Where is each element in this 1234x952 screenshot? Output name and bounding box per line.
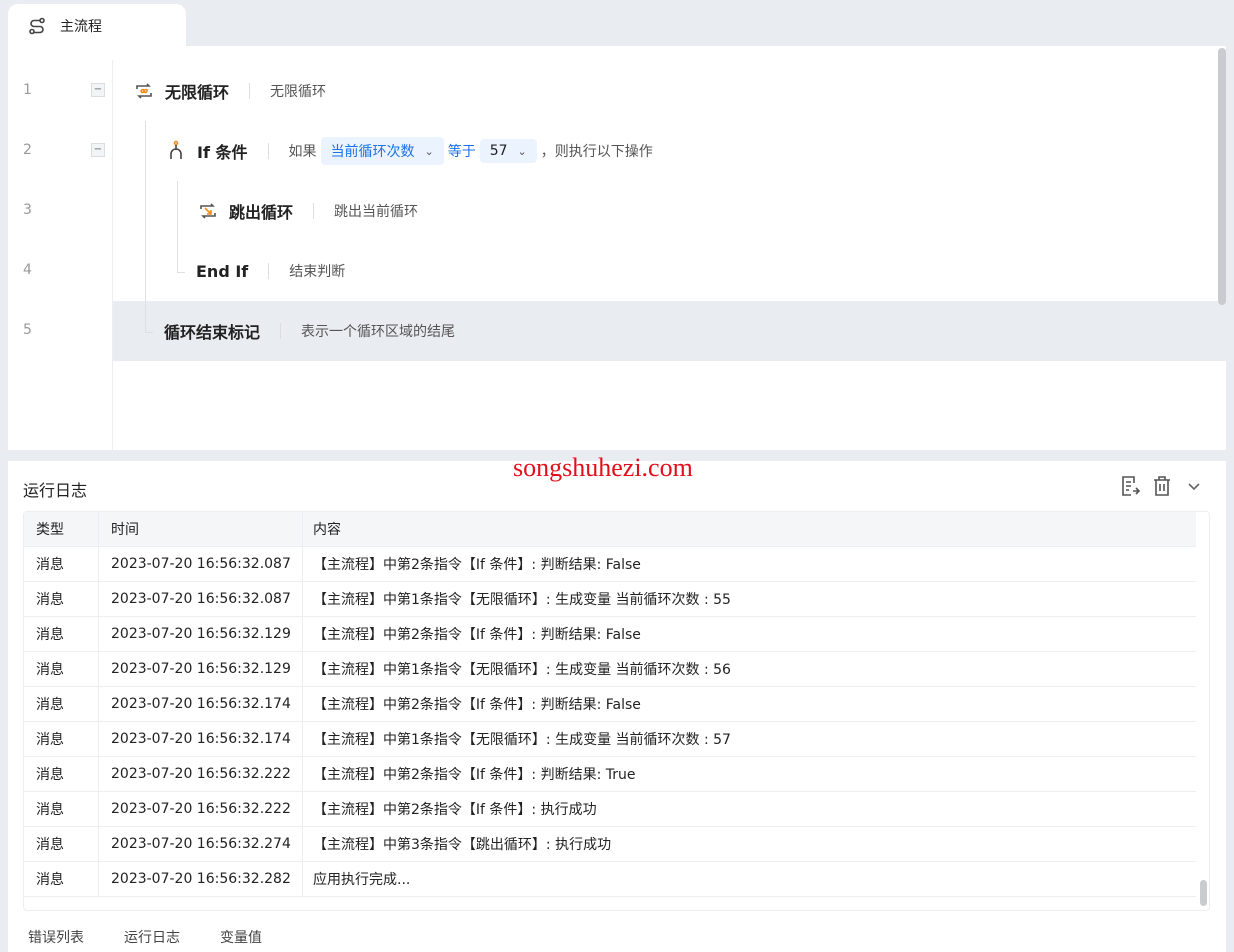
- table-row[interactable]: 消息 2023-07-20 16:56:32.129 【主流程】中第1条指令【无限循…: [24, 652, 1196, 687]
- table-row[interactable]: 消息 2023-07-20 16:56:32.174 【主流程】中第2条指令【If …: [24, 687, 1196, 722]
- log-title: 运行日志: [23, 481, 88, 500]
- trash-icon[interactable]: [1152, 475, 1172, 497]
- cell-time: 2023-07-20 16:56:32.087: [111, 556, 291, 572]
- operator-link[interactable]: 等于: [448, 141, 476, 161]
- table-row[interactable]: 消息 2023-07-20 16:56:32.282 应用执行完成...: [24, 862, 1196, 897]
- flow-row-infinite-loop[interactable]: 无限循环 无限循环: [113, 61, 1226, 121]
- command-desc: 结束判断: [289, 264, 346, 280]
- chevron-down-icon[interactable]: [1184, 476, 1204, 496]
- cell-type: 消息: [36, 662, 64, 678]
- table-row[interactable]: 消息 2023-07-20 16:56:32.274 【主流程】中第3条指令【跳出循…: [24, 827, 1196, 862]
- export-log-icon[interactable]: [1120, 475, 1140, 497]
- tab-main-flow[interactable]: 主流程: [8, 4, 186, 48]
- cell-time: 2023-07-20 16:56:32.222: [111, 766, 291, 782]
- command-name: 无限循环: [165, 83, 230, 102]
- command-name: 跳出循环: [229, 203, 294, 222]
- cell-time: 2023-07-20 16:56:32.087: [111, 591, 291, 607]
- table-row[interactable]: 消息 2023-07-20 16:56:32.087 【主流程】中第1条指令【无限循…: [24, 582, 1196, 617]
- flow-row-loop-end[interactable]: 循环结束标记 表示一个循环区域的结尾: [113, 301, 1226, 361]
- flow-editor: 1 − 2 − 3 4 5 无限循环 无限循环 If 条件 如果 当前循环次数 ⌄…: [8, 46, 1226, 450]
- tab-error-list[interactable]: 错误列表: [28, 927, 84, 947]
- table-row[interactable]: 消息 2023-07-20 16:56:32.174 【主流程】中第1条指令【无限循…: [24, 722, 1196, 757]
- run-log-panel: songshuhezi.com 运行日志 类型 时间 内容 消息 2023-07-…: [8, 453, 1226, 952]
- log-table: 类型 时间 内容 消息 2023-07-20 16:56:32.087 【主流程】中…: [23, 511, 1210, 911]
- cell-content: 【主流程】中第1条指令【无限循环】: 生成变量 当前循环次数 : 56: [313, 662, 731, 678]
- cell-type: 消息: [36, 767, 64, 783]
- cell-content: 应用执行完成...: [313, 872, 411, 888]
- tab-run-log[interactable]: 运行日志: [124, 927, 180, 947]
- cell-content: 【主流程】中第2条指令【If 条件】: 判断结果: True: [313, 767, 636, 783]
- variable-select[interactable]: 当前循环次数 ⌄: [320, 137, 444, 165]
- cell-content: 【主流程】中第3条指令【跳出循环】: 执行成功: [313, 837, 612, 853]
- flow-row-break[interactable]: 跳出循环 跳出当前循环: [113, 181, 1226, 241]
- table-row[interactable]: 消息 2023-07-20 16:56:32.222 【主流程】中第2条指令【If …: [24, 792, 1196, 827]
- line-number: 1: [23, 82, 32, 98]
- chevron-down-icon: ⌄: [517, 144, 527, 158]
- cell-time: 2023-07-20 16:56:32.282: [111, 871, 291, 887]
- cell-content: 【主流程】中第2条指令【If 条件】: 判断结果: False: [313, 627, 641, 643]
- command-desc: 表示一个循环区域的结尾: [301, 324, 456, 340]
- cell-time: 2023-07-20 16:56:32.222: [111, 801, 291, 817]
- flow-row-if[interactable]: If 条件 如果 当前循环次数 ⌄ 等于 57 ⌄ ，则执行以下操作: [113, 121, 1226, 181]
- line-number: 4: [23, 262, 32, 278]
- cell-type: 消息: [36, 872, 64, 888]
- cell-type: 消息: [36, 802, 64, 818]
- tab-label: 主流程: [60, 19, 102, 35]
- watermark: songshuhezi.com: [513, 453, 693, 482]
- editor-scrollbar[interactable]: [1218, 48, 1226, 305]
- if-prefix: 如果: [288, 144, 317, 160]
- cell-time: 2023-07-20 16:56:32.129: [111, 661, 291, 677]
- break-loop-icon: [200, 203, 216, 219]
- column-header-type: 类型: [36, 522, 64, 538]
- cell-content: 【主流程】中第2条指令【If 条件】: 执行成功: [313, 802, 597, 818]
- cell-type: 消息: [36, 592, 64, 608]
- infinite-loop-icon: [136, 83, 152, 99]
- compare-value: 57: [489, 143, 508, 159]
- cell-time: 2023-07-20 16:56:32.274: [111, 836, 291, 852]
- if-suffix: ，则执行以下操作: [540, 144, 653, 160]
- table-row[interactable]: 消息 2023-07-20 16:56:32.087 【主流程】中第2条指令【If …: [24, 547, 1196, 582]
- cell-content: 【主流程】中第1条指令【无限循环】: 生成变量 当前循环次数 : 55: [313, 592, 731, 608]
- value-select[interactable]: 57 ⌄: [479, 139, 537, 163]
- cell-content: 【主流程】中第1条指令【无限循环】: 生成变量 当前循环次数 : 57: [313, 732, 731, 748]
- cell-type: 消息: [36, 837, 64, 853]
- if-guide-line: [177, 181, 178, 272]
- cell-type: 消息: [36, 557, 64, 573]
- line-number: 3: [23, 202, 32, 218]
- flow-icon: [29, 17, 45, 35]
- line-number: 2: [23, 142, 32, 158]
- command-desc: 跳出当前循环: [334, 204, 419, 220]
- table-row[interactable]: 消息 2023-07-20 16:56:32.129 【主流程】中第2条指令【If …: [24, 617, 1196, 652]
- cell-type: 消息: [36, 732, 64, 748]
- cell-time: 2023-07-20 16:56:32.129: [111, 626, 291, 642]
- command-name: End If: [196, 261, 249, 281]
- cell-content: 【主流程】中第2条指令【If 条件】: 判断结果: False: [313, 557, 641, 573]
- fold-toggle[interactable]: −: [91, 143, 105, 157]
- chevron-down-icon: ⌄: [424, 144, 434, 158]
- tab-variables[interactable]: 变量值: [220, 927, 262, 947]
- line-gutter: 1 − 2 − 3 4 5: [8, 60, 113, 450]
- table-header: 类型 时间 内容: [24, 512, 1196, 547]
- loop-guide-line: [145, 121, 146, 332]
- fold-toggle[interactable]: −: [91, 83, 105, 97]
- command-desc: 无限循环: [270, 84, 327, 100]
- cell-type: 消息: [36, 697, 64, 713]
- command-name: If 条件: [197, 143, 248, 162]
- cell-content: 【主流程】中第2条指令【If 条件】: 判断结果: False: [313, 697, 641, 713]
- table-row[interactable]: 消息 2023-07-20 16:56:32.222 【主流程】中第2条指令【If …: [24, 757, 1196, 792]
- line-number: 5: [23, 322, 32, 338]
- column-header-time: 时间: [111, 522, 139, 538]
- cell-time: 2023-07-20 16:56:32.174: [111, 731, 291, 747]
- cell-time: 2023-07-20 16:56:32.174: [111, 696, 291, 712]
- branch-icon: [170, 140, 182, 159]
- command-name: 循环结束标记: [164, 323, 261, 342]
- flow-row-end-if[interactable]: End If 结束判断: [113, 241, 1226, 301]
- cell-type: 消息: [36, 627, 64, 643]
- variable-value: 当前循环次数: [330, 144, 415, 160]
- table-scrollbar[interactable]: [1200, 880, 1207, 906]
- column-header-content: 内容: [313, 522, 341, 538]
